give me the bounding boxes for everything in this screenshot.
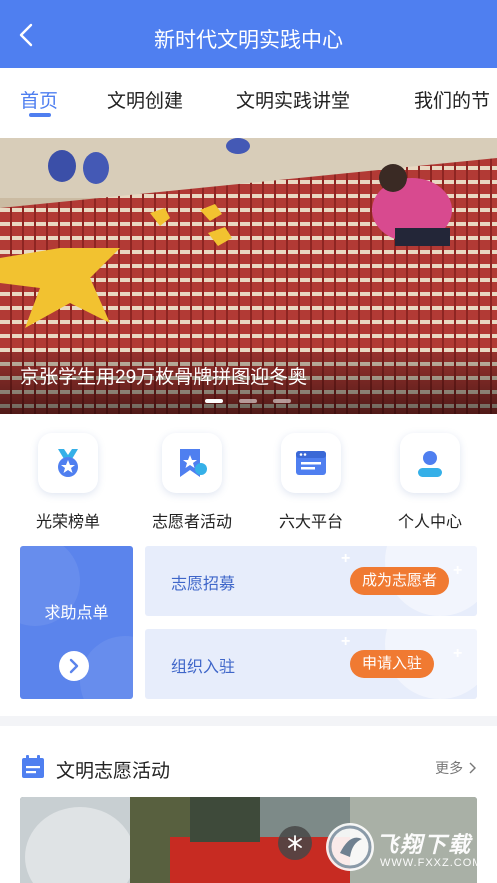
- tab-active-indicator: [29, 113, 51, 117]
- page-title: 新时代文明实践中心: [154, 29, 343, 52]
- calendar-icon: [22, 755, 44, 778]
- become-volunteer-button[interactable]: 成为志愿者: [350, 567, 450, 595]
- quick-link-label: 光荣榜单: [35, 514, 100, 531]
- quick-link-six-platforms[interactable]: 六大平台: [261, 433, 361, 533]
- app-header: 新时代文明实践中心: [0, 0, 497, 68]
- sparkle-icon: [288, 835, 302, 851]
- plus-decoration-icon: +: [453, 562, 463, 579]
- tab-practice-lecture[interactable]: 文明实践讲堂: [236, 86, 350, 113]
- apply-join-button[interactable]: 申请入驻: [350, 650, 435, 678]
- more-link-label: 更多: [435, 760, 464, 776]
- carousel-dot[interactable]: [239, 399, 257, 403]
- watermark-logo: [326, 823, 374, 871]
- chevron-right-icon: [69, 658, 79, 674]
- watermark-url: WWW.FXXZ.COM: [380, 857, 483, 869]
- banner-carousel[interactable]: 京张学生用29万枚骨牌拼图迎冬奥: [0, 138, 497, 414]
- quick-link-personal-center[interactable]: 个人中心: [380, 433, 480, 533]
- help-request-go-button[interactable]: [59, 651, 89, 681]
- organization-join-card[interactable]: 组织入驻 申请入驻 + +: [145, 629, 477, 699]
- watermark-text: 飞翔下载: [376, 832, 473, 857]
- carousel-dot[interactable]: [205, 399, 223, 403]
- volunteer-recruitment-card[interactable]: 志愿招募 成为志愿者 + +: [145, 546, 477, 616]
- quick-link-volunteer-activities[interactable]: 志愿者活动: [142, 433, 242, 533]
- tab-home[interactable]: 首页: [20, 86, 58, 113]
- volunteer-recruitment-label: 志愿招募: [171, 576, 236, 593]
- banner-caption: 京张学生用29万枚骨牌拼图迎冬奥: [20, 367, 308, 388]
- section-divider: [0, 716, 497, 726]
- tab-bar: 首页 文明创建 文明实践讲堂 我们的节: [0, 68, 497, 124]
- bookmark-star-icon: [180, 449, 207, 477]
- chevron-right-icon: [469, 762, 476, 774]
- help-request-card[interactable]: 求助点单: [20, 546, 133, 699]
- help-request-label: 求助点单: [44, 605, 109, 622]
- browser-window-icon: [296, 451, 326, 475]
- tab-our-festivals[interactable]: 我们的节: [414, 86, 490, 113]
- quick-link-label: 六大平台: [278, 514, 343, 531]
- quick-link-label: 志愿者活动: [151, 514, 232, 531]
- quick-link-honor-list[interactable]: 光荣榜单: [18, 433, 118, 533]
- plus-decoration-icon: +: [341, 550, 351, 567]
- more-link[interactable]: 更多: [435, 758, 477, 778]
- floating-action-button[interactable]: [278, 826, 312, 860]
- carousel-dot[interactable]: [273, 399, 291, 403]
- user-profile-icon: [418, 451, 442, 477]
- plus-decoration-icon: +: [453, 645, 463, 662]
- tab-civilization-building[interactable]: 文明创建: [107, 86, 183, 113]
- watermark: 飞翔下载 WWW.FXXZ.COM: [326, 823, 486, 879]
- plus-decoration-icon: +: [341, 633, 351, 650]
- section-title: 文明志愿活动: [56, 761, 171, 782]
- medal-icon: [58, 449, 78, 477]
- watermark-logo-icon: [328, 825, 372, 869]
- organization-join-label: 组织入驻: [171, 659, 236, 676]
- quick-link-label: 个人中心: [397, 514, 462, 531]
